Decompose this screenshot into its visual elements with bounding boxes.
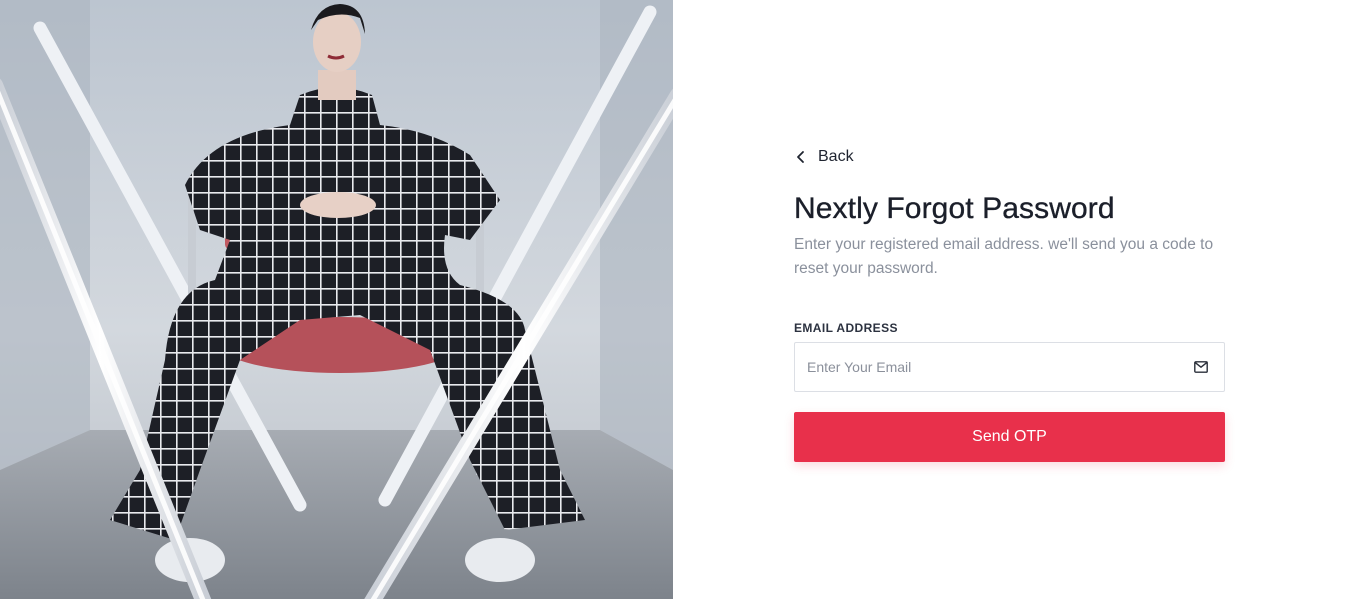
send-otp-button[interactable]: Send OTP: [794, 412, 1225, 462]
back-link[interactable]: Back: [794, 146, 854, 168]
forgot-password-page: Back Nextly Forgot Password Enter your r…: [0, 0, 1366, 599]
form-panel: Back Nextly Forgot Password Enter your r…: [673, 0, 1366, 599]
email-field-wrapper: [794, 342, 1225, 392]
forgot-password-form: Back Nextly Forgot Password Enter your r…: [794, 146, 1225, 462]
hero-photo: [0, 0, 673, 599]
email-field[interactable]: [795, 343, 1224, 391]
hero-photo-illustration: [0, 0, 673, 599]
chevron-left-icon: [794, 150, 808, 164]
mail-icon: [1194, 360, 1208, 373]
back-label: Back: [818, 148, 854, 165]
page-title: Nextly Forgot Password: [794, 192, 1115, 225]
email-label: EMAIL ADDRESS: [794, 321, 898, 335]
page-subtitle: Enter your registered email address. we'…: [794, 236, 1214, 277]
